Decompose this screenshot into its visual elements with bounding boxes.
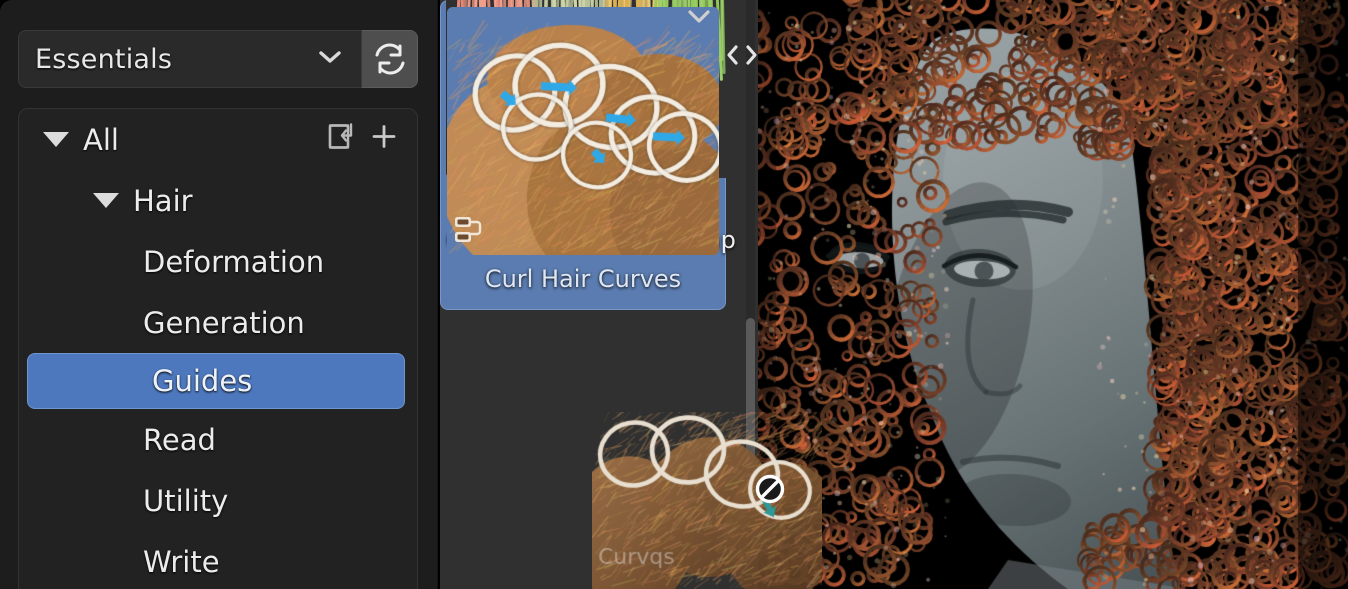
app-root: Essentials All Hair Deformation Generati… xyxy=(0,0,1348,589)
catalog-item-guides[interactable]: Guides xyxy=(27,353,405,409)
catalog-item-utility[interactable]: Utility xyxy=(19,470,417,531)
scrollbar-track[interactable] xyxy=(746,0,755,589)
3d-viewport[interactable]: Character head with curly auburn hair xyxy=(758,0,1348,589)
node-group-icon xyxy=(453,215,487,249)
catalog-item-label: Generation xyxy=(143,305,305,340)
triangle-down-icon[interactable] xyxy=(93,193,119,208)
catalog-row-actions xyxy=(325,119,399,160)
asset-card-curl-hair-curves[interactable]: Curl Hair Curves xyxy=(440,0,726,310)
catalog-item-label: Guides xyxy=(152,364,253,398)
catalog-item-write[interactable]: Write xyxy=(19,531,417,589)
refresh-icon[interactable] xyxy=(362,30,418,88)
catalog-item-read[interactable]: Read xyxy=(19,409,417,470)
chevron-down-icon[interactable] xyxy=(684,6,714,32)
library-selector-row: Essentials xyxy=(18,30,418,88)
vertical-scrollbar[interactable] xyxy=(746,318,755,486)
catalog-item-label: Write xyxy=(143,544,220,579)
asset-card-label: Curl Hair Curves xyxy=(484,265,682,293)
catalog-item-generation[interactable]: Generation xyxy=(19,292,417,353)
catalog-item-label: Utility xyxy=(143,483,229,518)
triangle-down-icon[interactable] xyxy=(43,132,69,147)
asset-grid-scroll-area[interactable]: Create Guide Index Map xyxy=(440,0,758,589)
catalog-item-all[interactable]: All xyxy=(19,109,417,170)
chevron-down-icon xyxy=(317,49,343,69)
catalog-item-deformation[interactable]: Deformation xyxy=(19,231,417,292)
plus-icon[interactable] xyxy=(369,121,399,158)
catalog-item-label: Hair xyxy=(133,183,193,218)
asset-library-panel: Essentials All Hair Deformation Generati… xyxy=(0,0,438,589)
catalog-item-label: Read xyxy=(143,422,216,457)
library-dropdown[interactable]: Essentials xyxy=(18,30,362,88)
library-dropdown-label: Essentials xyxy=(35,43,173,75)
catalog-item-hair[interactable]: Hair xyxy=(19,170,417,231)
asset-thumbnail xyxy=(447,7,719,255)
asset-grid-panel: Create Guide Index Map xyxy=(440,0,758,589)
viewport-render xyxy=(758,0,1348,589)
catalog-item-label: All xyxy=(83,122,119,157)
horizontal-resize-icon[interactable] xyxy=(722,40,758,74)
import-library-icon[interactable] xyxy=(325,119,359,160)
catalog-item-label: Deformation xyxy=(143,244,325,279)
catalog-tree: All Hair Deformation Generation Guides R… xyxy=(18,108,418,589)
